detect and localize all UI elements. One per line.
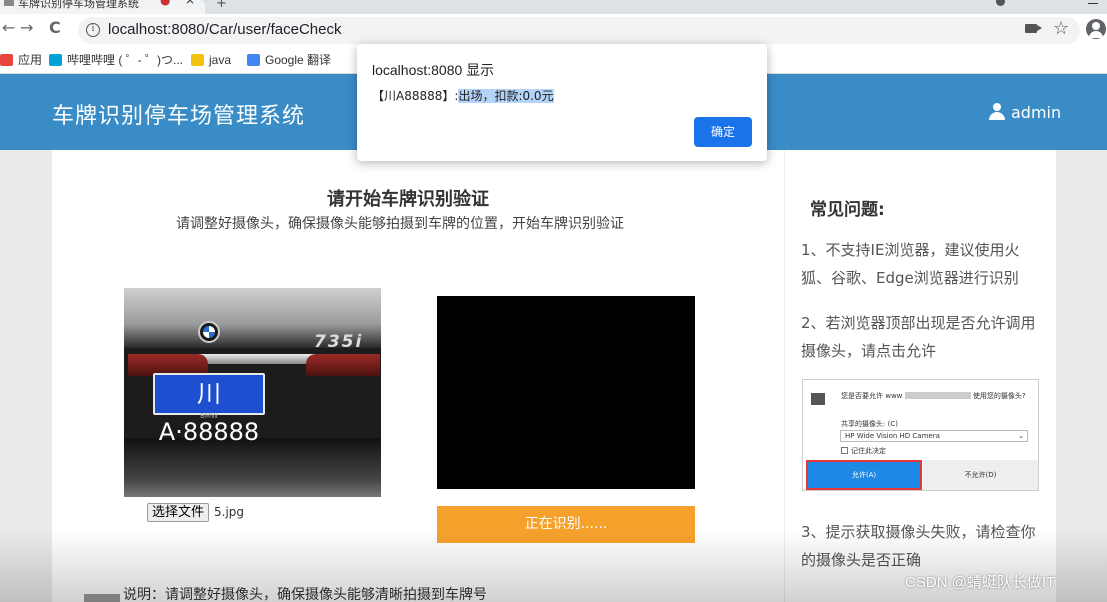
- bookmark-apps[interactable]: 应用: [0, 52, 42, 68]
- permission-question: 您是否要允许 www 使用您的摄像头?: [841, 391, 1031, 401]
- username: admin: [1011, 103, 1062, 122]
- url-text[interactable]: localhost:8080/Car/user/faceCheck: [108, 21, 341, 38]
- dialog-title: localhost:8080 显示: [372, 62, 495, 78]
- allow-button-example: 允许(A): [806, 460, 922, 490]
- description-text: 说明：请调整好摄像头，确保摄像头能够清晰拍摄到车牌号: [123, 587, 487, 602]
- camera-in-use-icon[interactable]: [1025, 24, 1042, 33]
- license-plate: 川A·88888: [153, 373, 265, 446]
- dialog-message-result: 出场，扣款:0.0元: [458, 89, 554, 103]
- user-menu[interactable]: admin: [989, 103, 1061, 122]
- tab-search-icon[interactable]: [996, 0, 1005, 6]
- recording-icon: ●: [160, 0, 171, 7]
- chevron-down-icon: ⌄: [1018, 432, 1024, 440]
- bookmark-label: 应用: [18, 53, 43, 67]
- camera-video: [437, 296, 695, 489]
- page-subtitle: 请调整好摄像头，确保摄像头能够拍摄到车牌的位置，开始车牌识别验证: [176, 216, 624, 232]
- checkbox-icon: [841, 447, 848, 454]
- faq-item: 2、若浏览器顶部出现是否允许调用摄像头，请点击允许: [801, 314, 1036, 360]
- folder-icon: [191, 54, 204, 66]
- bmw-logo-icon: [198, 321, 220, 343]
- ok-button[interactable]: 确定: [694, 117, 752, 147]
- site-title: 车牌识别停车场管理系统: [52, 104, 306, 129]
- browser-toolbar: ← → C i localhost:8080/Car/user/faceChec…: [0, 14, 1107, 46]
- browser-tab[interactable]: 车牌识别停车场管理系统 ● ×: [0, 0, 205, 14]
- apps-icon: [0, 54, 13, 66]
- bookmark-google-translate[interactable]: Google 翻译: [247, 52, 331, 68]
- site-info-icon[interactable]: i: [86, 23, 100, 37]
- faq-item: 1、不支持IE浏览器，建议使用火狐、谷歌、Edge浏览器进行识别: [801, 241, 1020, 287]
- faq-item: 3、提示获取摄像头失败，请检查你的摄像头是否正确: [801, 523, 1036, 569]
- bookmark-star-icon[interactable]: ☆: [1053, 18, 1069, 39]
- dialog-message-plate: 【川A88888】:: [372, 89, 459, 103]
- forward-button[interactable]: →: [20, 18, 33, 38]
- tab-title: 车牌识别停车场管理系统: [18, 0, 139, 10]
- address-bar[interactable]: i localhost:8080/Car/user/faceCheck: [78, 17, 1080, 44]
- new-tab-button[interactable]: +: [216, 0, 227, 11]
- tail-light-right: [306, 354, 380, 376]
- tab-favicon-icon: [4, 0, 14, 6]
- faq-title: 常见问题:: [810, 200, 885, 220]
- alert-dialog: localhost:8080 显示 【川A88888】:出场，扣款:0.0元 确…: [357, 44, 767, 161]
- camera-select: HP Wide Vision HD Camera ⌄: [840, 430, 1028, 442]
- model-badge: 735i: [314, 332, 364, 352]
- browser-tabstrip: 车牌识别停车场管理系统 ● × +: [0, 0, 1107, 14]
- remember-checkbox: 记住此决定: [841, 446, 886, 456]
- window-minimize-icon[interactable]: [1088, 3, 1098, 4]
- plate-brand: BMW: [200, 412, 218, 420]
- reload-button[interactable]: C: [49, 18, 61, 38]
- user-icon: [989, 103, 1005, 120]
- camera-name: HP Wide Vision HD Camera: [845, 432, 940, 440]
- bookmark-label: 哔哩哔哩 ( ゜- ゜)つ...: [67, 53, 183, 67]
- share-label: 共享的摄像头: (C): [841, 420, 898, 428]
- video-camera-icon: [811, 393, 825, 405]
- watermark: CSDN @蜻蜓队长做IT: [905, 574, 1056, 591]
- note-icon: [84, 594, 120, 602]
- recognize-button[interactable]: 正在识别......: [437, 506, 695, 543]
- permission-question-prefix: 您是否要允许 www: [841, 392, 903, 400]
- profile-avatar-icon[interactable]: [1086, 19, 1106, 39]
- bookmark-java[interactable]: java: [191, 52, 231, 68]
- bilibili-icon: [49, 54, 62, 66]
- car-photo: 735i 川A·88888 BMW: [124, 288, 381, 497]
- deny-button-example: 不允许(D): [923, 460, 1038, 490]
- permission-question-suffix: 使用您的摄像头?: [972, 392, 1026, 400]
- remember-label: 记住此决定: [851, 447, 886, 455]
- permission-example: 您是否要允许 www 使用您的摄像头? 共享的摄像头: (C) HP Wide …: [802, 379, 1039, 491]
- dialog-message: 【川A88888】:出场，扣款:0.0元: [372, 87, 554, 104]
- back-button[interactable]: ←: [2, 18, 15, 38]
- choose-file-button[interactable]: 选择文件: [147, 503, 209, 522]
- blurred-domain: [904, 392, 971, 399]
- google-translate-icon: [247, 54, 260, 66]
- bookmark-label: Google 翻译: [265, 53, 332, 67]
- bookmark-bilibili[interactable]: 哔哩哔哩 ( ゜- ゜)つ...: [49, 52, 183, 68]
- tab-close-icon[interactable]: ×: [185, 0, 195, 6]
- file-name: 5.jpg: [214, 505, 245, 519]
- bookmark-label: java: [209, 53, 232, 67]
- page-title: 请开始车牌识别验证: [327, 189, 489, 210]
